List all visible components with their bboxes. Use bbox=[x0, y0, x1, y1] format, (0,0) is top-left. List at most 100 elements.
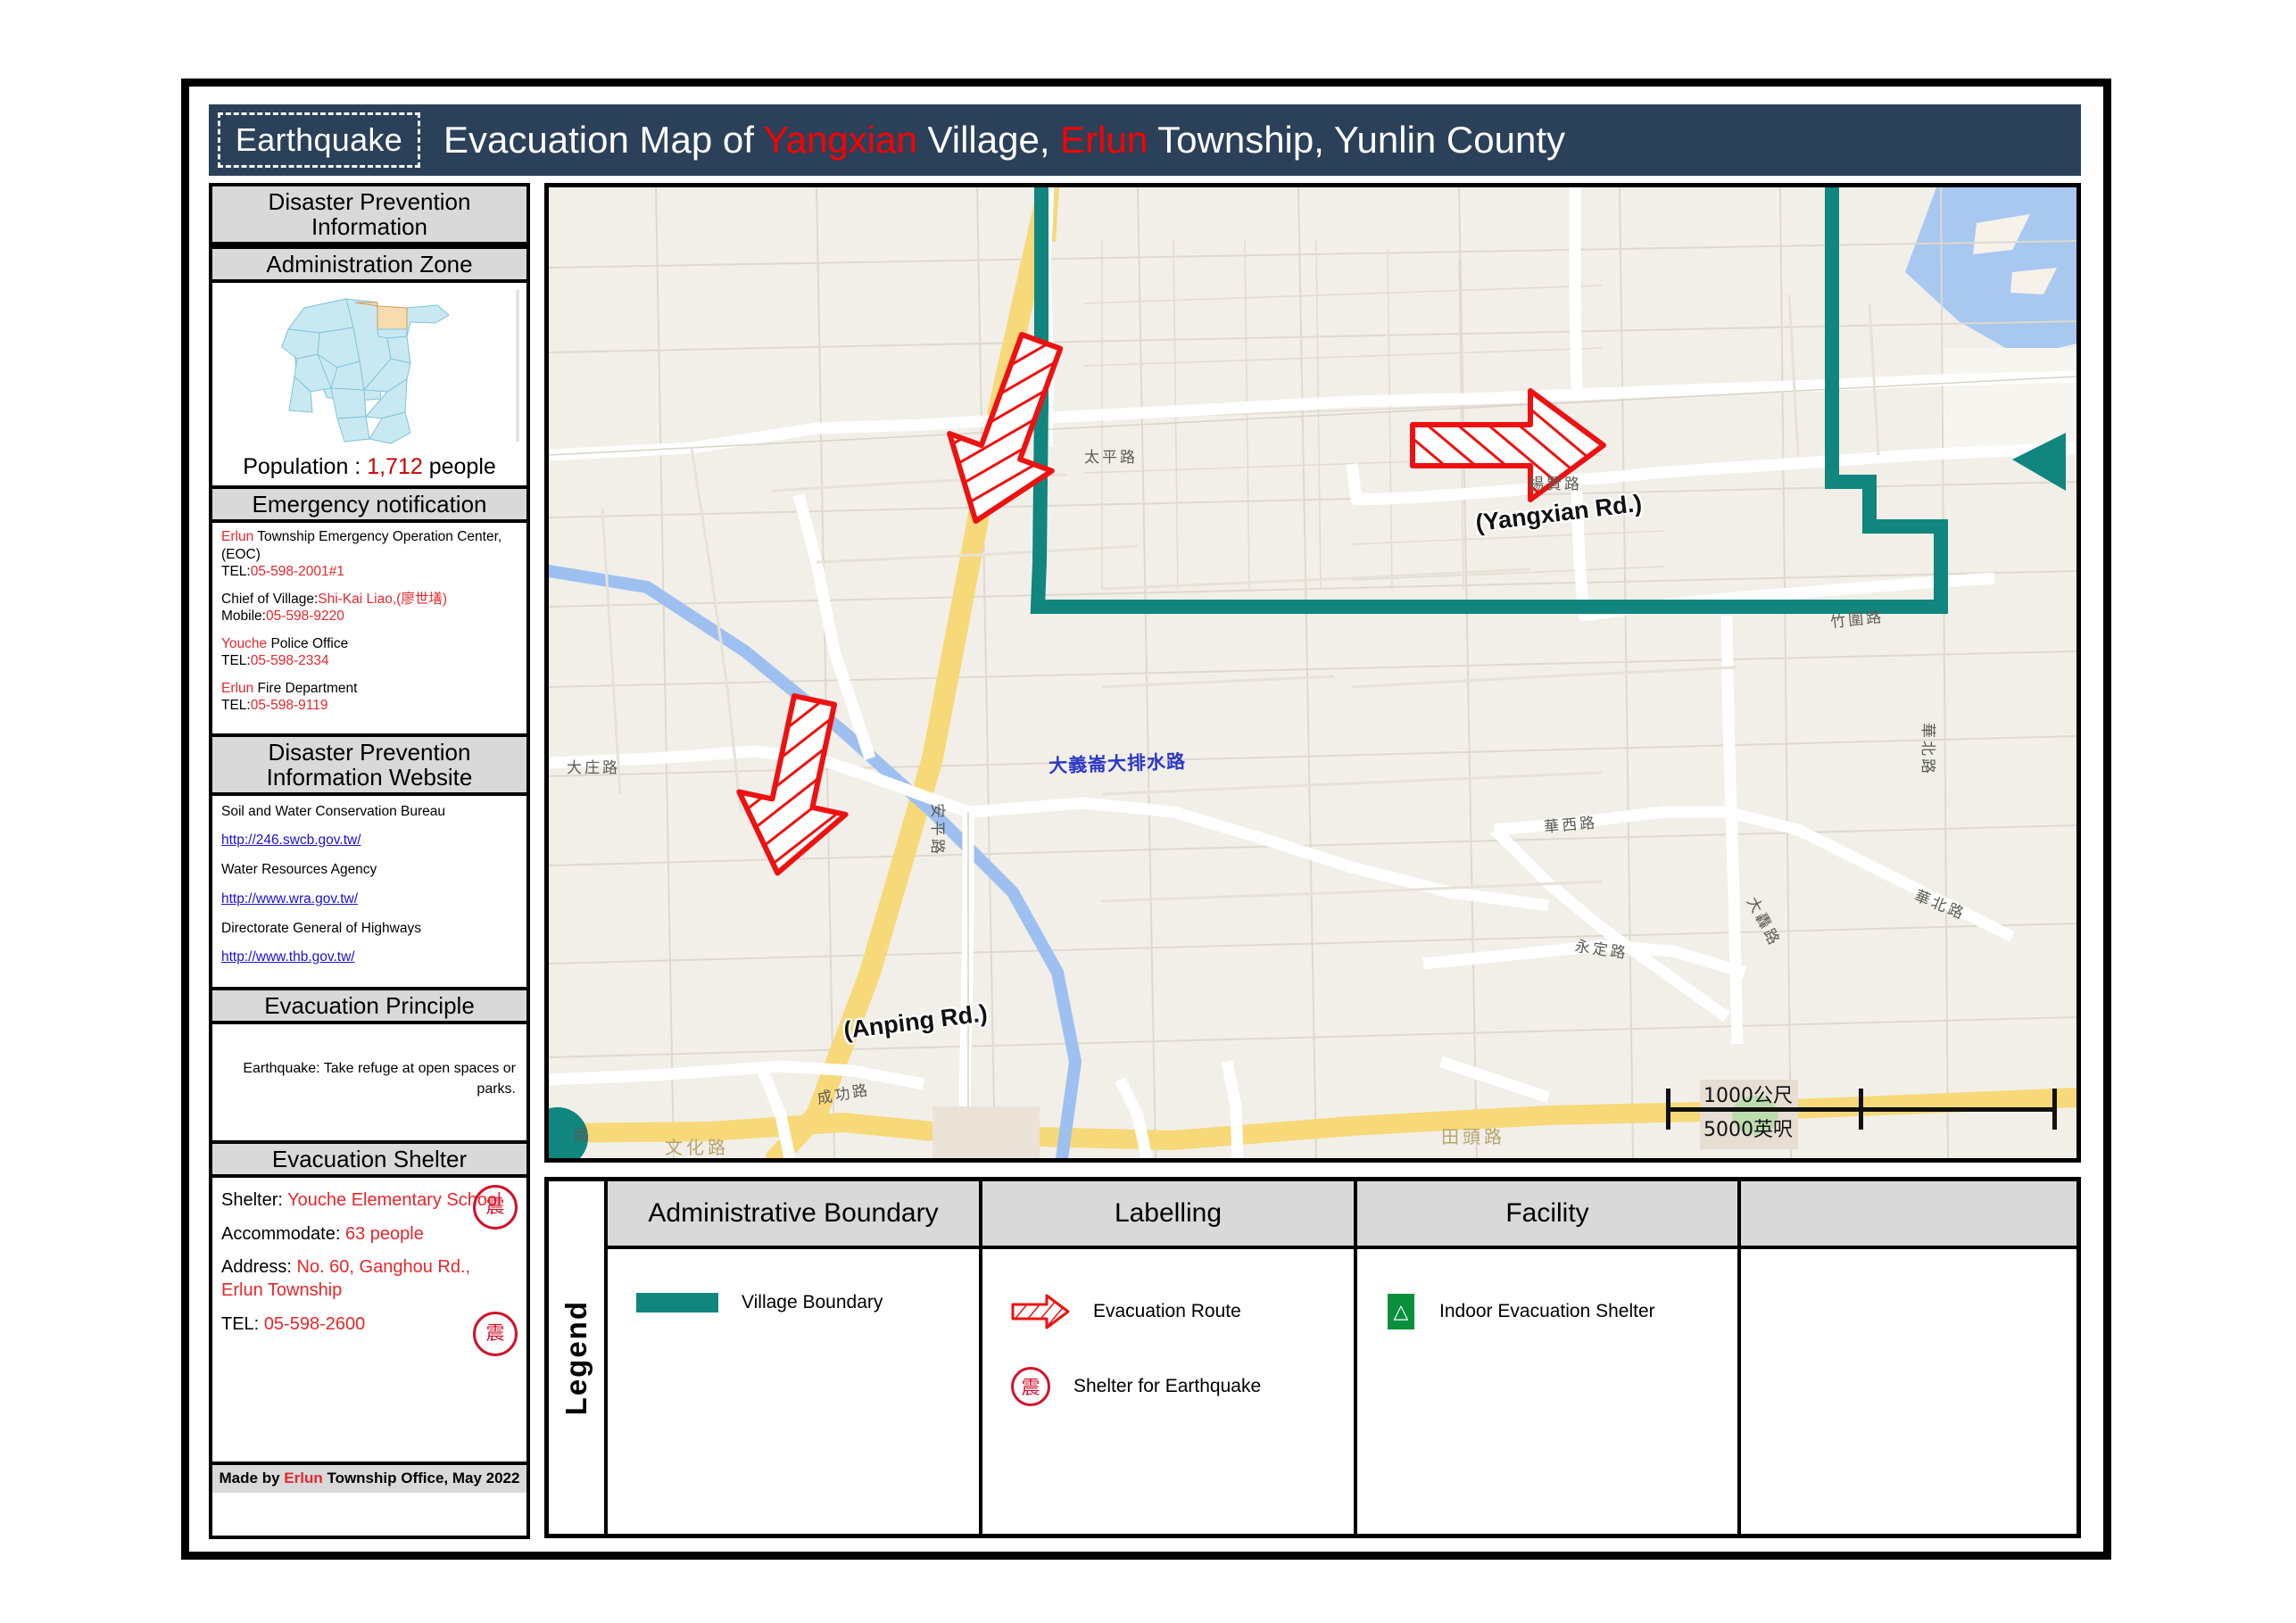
shelter-tel-label: TEL: bbox=[221, 1313, 260, 1334]
map-road-label-wenhua: 文化路 bbox=[665, 1137, 729, 1158]
made-by-footer: Made by Erlun Township Office, May 2022 bbox=[212, 1462, 526, 1493]
scale-tick-end bbox=[2052, 1089, 2057, 1130]
police-tel-label: TEL: bbox=[221, 653, 251, 669]
evacuation-map[interactable]: 太平路 大庄路 楊賢路 竹圍路 華北路 安平路 華西路 永定路 大轟路 華北路 … bbox=[544, 183, 2081, 1163]
website-link-0[interactable]: http://246.swcb.gov.tw/ bbox=[221, 832, 519, 849]
map-road-label-huabei-north: 華北路 bbox=[1919, 723, 1936, 776]
shelter-name-line: Shelter: Youche Elementary School bbox=[221, 1188, 516, 1212]
administration-zone-inset-map bbox=[212, 283, 526, 453]
scale-tick-start bbox=[1666, 1089, 1670, 1130]
made-by-suffix: Township Office, May 2022 bbox=[322, 1470, 520, 1487]
section-header-emergency-notification: Emergency notification bbox=[212, 485, 526, 524]
website-org-2: Directorate General of Highways bbox=[221, 920, 421, 936]
map-canvas bbox=[549, 187, 2076, 1158]
shelter-tel-line: TEL: 05-598-2600 bbox=[221, 1312, 516, 1336]
website-link-2[interactable]: http://www.thb.gov.tw/ bbox=[221, 948, 519, 966]
legend-label-shelter-for-earthquake: Shelter for Earthquake bbox=[1073, 1376, 1262, 1396]
address-label: Address: bbox=[221, 1256, 292, 1277]
shelter-name: Youche Elementary School bbox=[287, 1190, 501, 1211]
legend-label-indoor-evacuation-shelter: Indoor Evacuation Shelter bbox=[1439, 1301, 1655, 1321]
shelter-accommodate-line: Accommodate: 63 people bbox=[221, 1222, 516, 1246]
emergency-eoc: Erlun Township Emergency Operation Cente… bbox=[221, 528, 519, 581]
website-org-0: Soil and Water Conservation Bureau bbox=[221, 804, 446, 820]
website-list: Soil and Water Conservation Bureau http:… bbox=[212, 796, 526, 987]
map-road-label-taiping: 太平路 bbox=[1084, 449, 1138, 467]
legend-column-empty bbox=[1741, 1181, 2076, 1534]
page-title: Evacuation Map of Yangxian Village, Erlu… bbox=[443, 119, 1565, 161]
website-link-1[interactable]: http://www.wra.gov.tw/ bbox=[221, 890, 519, 908]
earthquake-stamp-icon: 震 bbox=[473, 1185, 518, 1230]
emergency-chief: Chief of Village:Shi-Kai Liao,(廖世墡) Mobi… bbox=[221, 591, 519, 625]
township-map-icon bbox=[281, 298, 450, 444]
legend-column-administrative-boundary: Administrative Boundary Village Boundary bbox=[608, 1181, 982, 1534]
chief-label: Chief of Village: bbox=[221, 591, 319, 607]
title-village: Yangxian bbox=[763, 119, 917, 161]
map-road-label-dazhuang: 大庄路 bbox=[567, 759, 620, 777]
legend-body-empty bbox=[1741, 1249, 2076, 1534]
title-suffix: Township, Yunlin County bbox=[1148, 119, 1565, 161]
legend-item-evacuation-route: Evacuation Route bbox=[1011, 1292, 1354, 1331]
evacuation-principle-text: Earthquake: Take refuge at open spaces o… bbox=[243, 1061, 516, 1097]
map-road-label-yangxian: 楊賢路 bbox=[1529, 476, 1582, 493]
shelter-label: Shelter: bbox=[221, 1190, 283, 1211]
sidebar: Disaster Prevention Information Administ… bbox=[209, 183, 530, 1539]
earthquake-stamp-icon: 震 bbox=[473, 1312, 518, 1357]
eoc-tel-value: 05-598-2001#1 bbox=[250, 564, 344, 580]
legend-body-facility: △ Indoor Evacuation Shelter bbox=[1357, 1249, 1737, 1534]
scale-label-imperial: 5000英呎 bbox=[1703, 1119, 1793, 1141]
earthquake-stamp-icon: 震 bbox=[1011, 1367, 1050, 1406]
legend-label-evacuation-route: Evacuation Route bbox=[1093, 1301, 1241, 1321]
population-line: Population : 1,712 people bbox=[212, 452, 526, 485]
eoc-org-rest: Township Emergency Operation Center,(EOC… bbox=[221, 529, 502, 562]
map-road-label-lu: 路 bbox=[574, 1127, 592, 1145]
title-bar: Earthquake Evacuation Map of Yangxian Vi… bbox=[209, 104, 2081, 176]
scale-tick-mid bbox=[1859, 1089, 1863, 1130]
chief-name: Shi-Kai Liao,(廖世墡) bbox=[318, 591, 447, 607]
made-by-prefix: Made by bbox=[219, 1470, 285, 1487]
legend-head-facility: Facility bbox=[1357, 1181, 1737, 1249]
legend-item-indoor-evacuation-shelter: △ Indoor Evacuation Shelter bbox=[1386, 1292, 1737, 1331]
legend-column-labelling: Labelling Evacuation Route 震 Shelter for… bbox=[982, 1181, 1357, 1534]
evacuation-shelter-body: 震 震 Shelter: Youche Elementary School Ac… bbox=[212, 1178, 526, 1462]
legend-body-administrative-boundary: Village Boundary bbox=[608, 1249, 979, 1534]
section-header-administration-zone: Administration Zone bbox=[212, 245, 526, 284]
legend-label-village-boundary: Village Boundary bbox=[742, 1292, 883, 1312]
made-by-highlight: Erlun bbox=[284, 1470, 323, 1487]
police-highlight: Youche bbox=[221, 635, 268, 651]
population-unit: people bbox=[428, 454, 496, 480]
police-tel-value: 05-598-2334 bbox=[250, 653, 329, 669]
fire-highlight: Erlun bbox=[221, 680, 254, 696]
police-rest: Police Office bbox=[267, 635, 349, 651]
fire-rest: Fire Department bbox=[253, 680, 358, 696]
scale-label-metric: 1000公尺 bbox=[1703, 1085, 1793, 1107]
title-mid: Village, bbox=[916, 119, 1061, 161]
website-org-1: Water Resources Agency bbox=[221, 862, 377, 878]
legend-item-shelter-for-earthquake: 震 Shelter for Earthquake bbox=[1011, 1367, 1354, 1406]
earthquake-badge-label: Earthquake bbox=[235, 121, 403, 158]
fire-tel-label: TEL: bbox=[221, 698, 251, 714]
population-value: 1,712 bbox=[367, 454, 423, 480]
legend-head-labelling: Labelling bbox=[982, 1181, 1354, 1249]
title-township: Erlun bbox=[1060, 119, 1148, 161]
section-header-website: Disaster Prevention Information Website bbox=[212, 733, 526, 797]
poster-root: Earthquake Evacuation Map of Yangxian Vi… bbox=[181, 79, 2111, 1560]
legend-item-village-boundary: Village Boundary bbox=[636, 1292, 979, 1313]
emergency-fire: Erlun Fire Department TEL:05-598-9119 bbox=[221, 680, 519, 715]
section-header-evacuation-principle: Evacuation Principle bbox=[212, 986, 526, 1025]
earthquake-badge: Earthquake bbox=[218, 112, 420, 168]
section-header-disaster-prevention-information: Disaster Prevention Information bbox=[212, 186, 526, 246]
shelter-tel-value: 05-598-2600 bbox=[263, 1313, 366, 1334]
population-label: Population : bbox=[243, 454, 361, 480]
map-road-label-huaxi: 華西路 bbox=[1543, 814, 1598, 837]
fire-tel-value: 05-598-9119 bbox=[250, 698, 328, 714]
legend-title-label: Legend bbox=[559, 1299, 593, 1416]
eoc-tel-label: TEL: bbox=[221, 564, 251, 580]
indoor-shelter-icon: △ bbox=[1386, 1292, 1416, 1331]
accommodate-label: Accommodate: bbox=[221, 1223, 341, 1244]
legend-title: Legend bbox=[549, 1181, 608, 1534]
map-river-label: 大義崙大排水路 bbox=[1048, 750, 1187, 777]
emergency-notification-body: Erlun Township Emergency Operation Cente… bbox=[212, 523, 526, 733]
mobile-label: Mobile: bbox=[221, 609, 266, 625]
inset-scroll-hint bbox=[516, 290, 519, 443]
title-prefix: Evacuation Map of bbox=[443, 119, 764, 161]
